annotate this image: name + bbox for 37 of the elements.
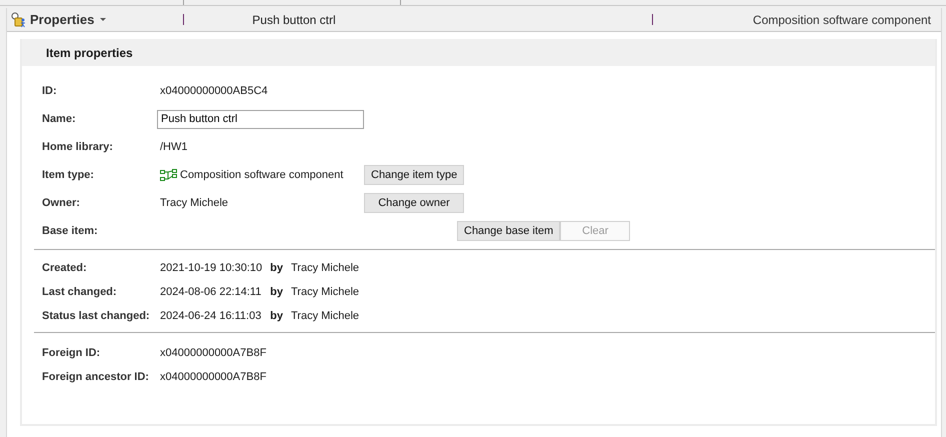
object-name: Push button ctrl (251, 12, 337, 26)
field-value: x04000000000A7B8F (160, 347, 268, 359)
field-label: Foreign ancestor ID: (42, 371, 150, 383)
timestamp: 2021-10-19 10:30:10 (160, 262, 262, 274)
user-name: Tracy Michele (291, 262, 360, 274)
field-value: Composition software component (180, 169, 344, 181)
name-field[interactable]: Push button ctrl (157, 110, 364, 128)
field-value: x04000000000A7B8F (160, 371, 268, 383)
field-label: Foreign ID: (42, 347, 102, 359)
field-label: Status last changed: (42, 310, 151, 322)
section-title: Item properties (46, 46, 133, 60)
field-label: Home library: (42, 141, 114, 153)
field-label: ID: (42, 85, 58, 97)
field-label: Base item: (42, 225, 99, 237)
timestamp: 2024-06-24 16:11:03 (160, 310, 262, 322)
field-label: Created: (42, 262, 88, 274)
component-icon (160, 169, 177, 181)
change-button[interactable]: Change owner (364, 193, 464, 213)
field-label: Name: (42, 113, 77, 125)
by-label: by (269, 310, 284, 322)
field-label: Last changed: (42, 286, 118, 298)
user-name: Tracy Michele (291, 310, 360, 322)
field-value: x04000000000AB5C4 (160, 85, 268, 97)
change-button[interactable]: Change base item (457, 221, 560, 241)
field-label: Owner: (42, 197, 81, 209)
field-label: Item type: (42, 169, 95, 181)
properties-icon (11, 12, 27, 28)
properties-menu[interactable]: Properties (11, 12, 183, 28)
object-type: Composition software component (752, 12, 931, 26)
change-button[interactable]: Change item type (364, 165, 464, 185)
timestamp: 2024-08-06 22:14:11 (160, 286, 262, 298)
caret-icon (100, 18, 106, 21)
field-value: Tracy Michele (160, 197, 228, 209)
by-label: by (269, 262, 284, 274)
user-name: Tracy Michele (291, 286, 360, 298)
field-value: /HW1 (160, 141, 188, 153)
by-label: by (269, 286, 284, 298)
